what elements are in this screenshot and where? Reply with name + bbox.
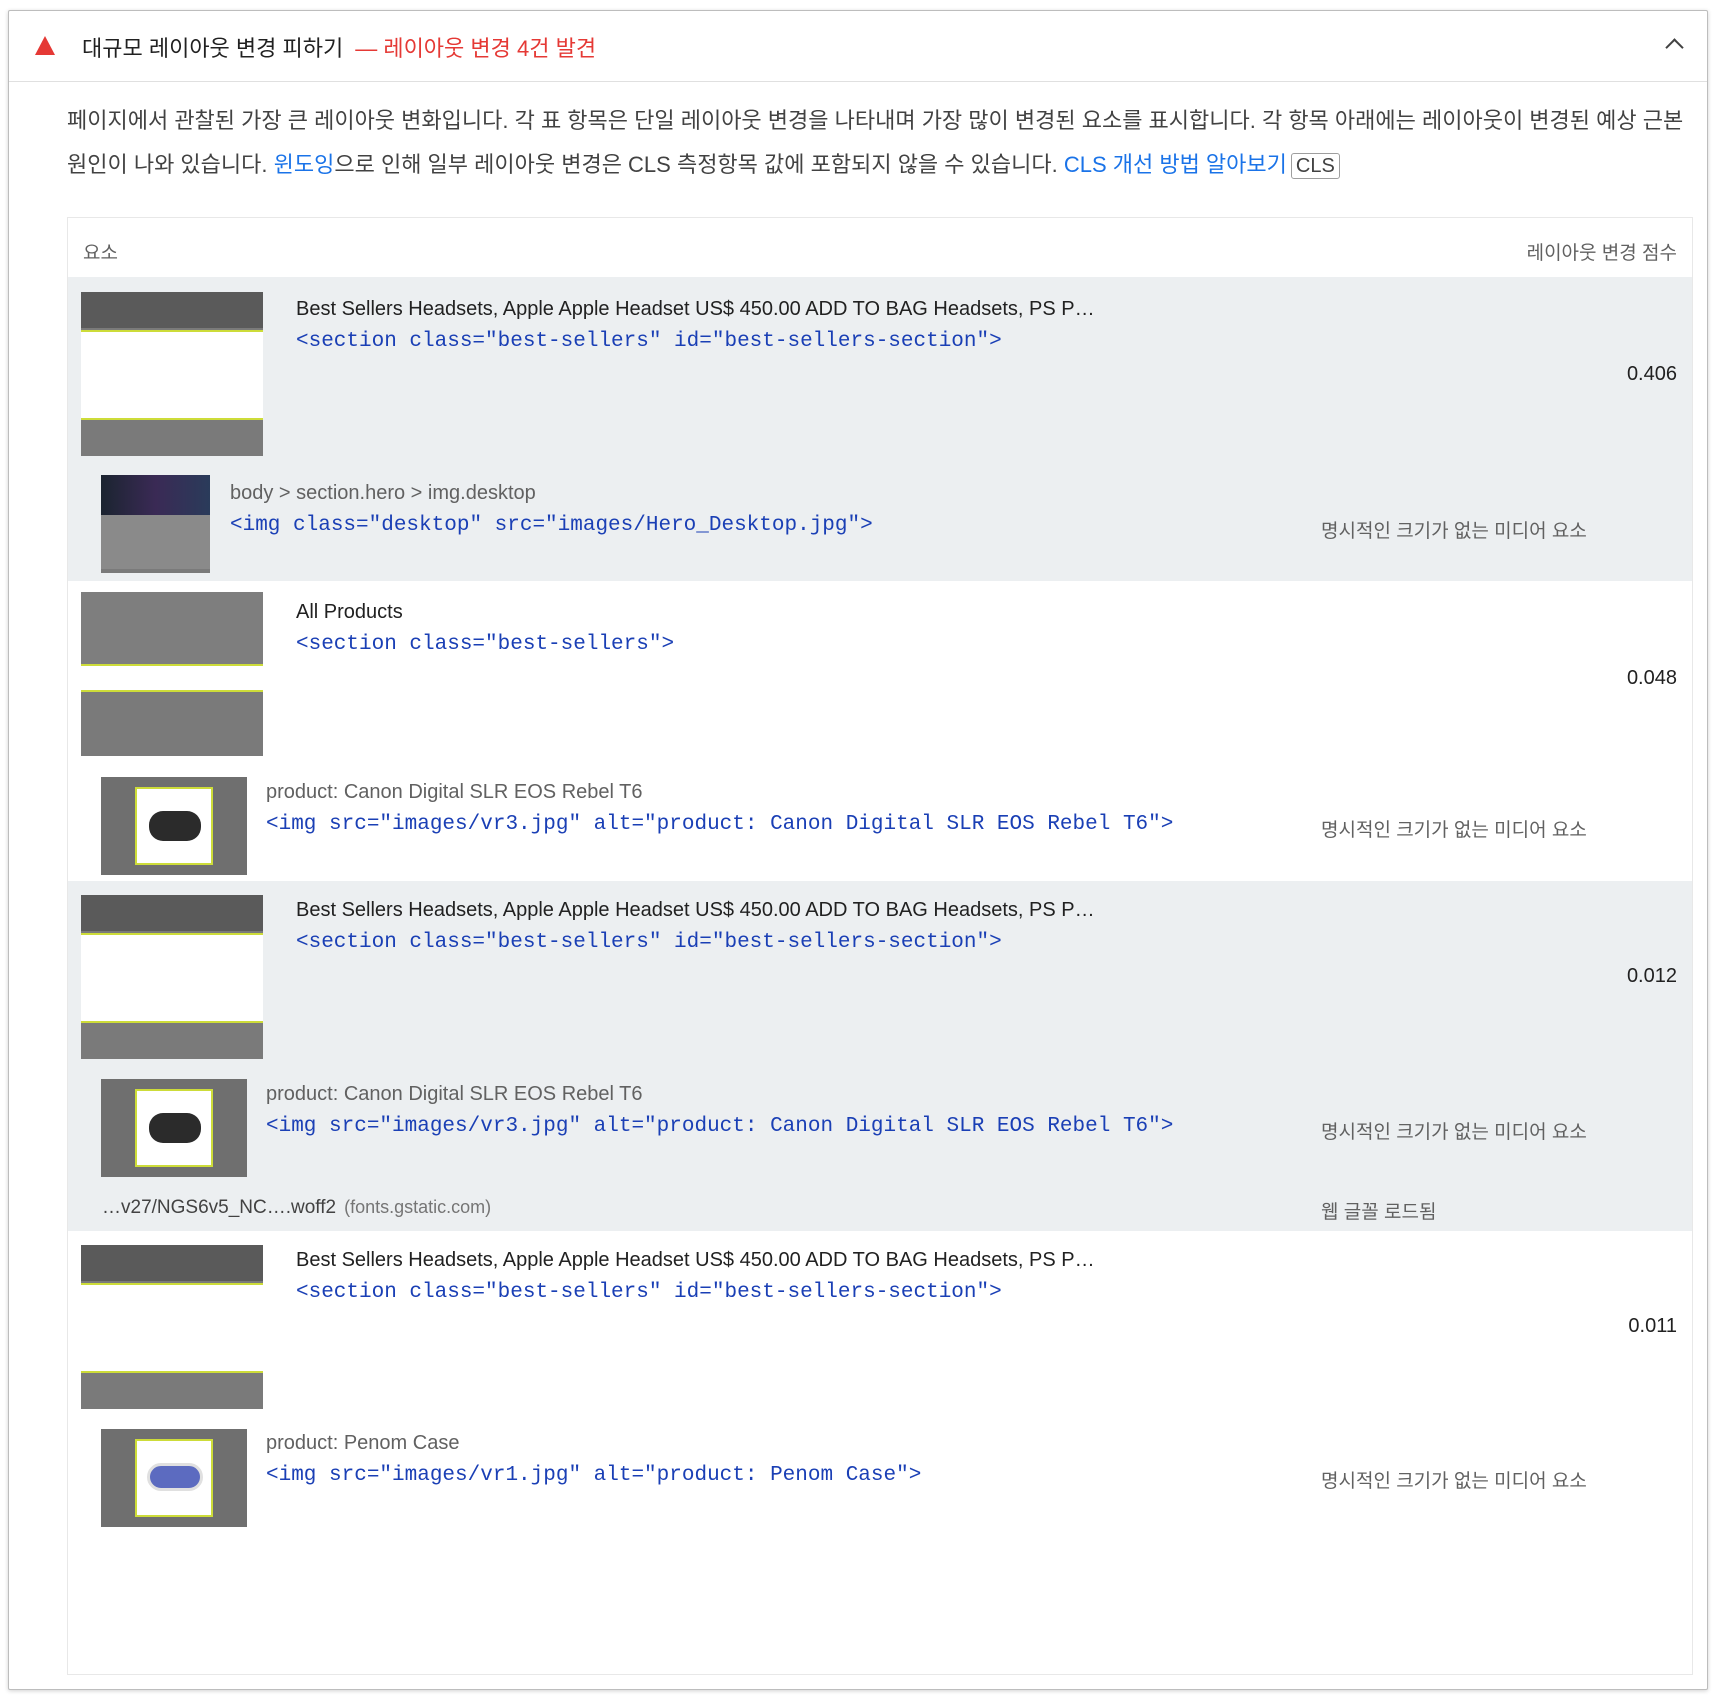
audit-title: 대규모 레이아웃 변경 피하기 — 레이아웃 변경 4건 발견	[82, 31, 596, 63]
row-node-label: Best Sellers Headsets, Apple Apple Heads…	[296, 1249, 1095, 1271]
cause-node-label: body > section.hero > img.desktop	[230, 482, 536, 504]
cause-reason: 명시적인 크기가 없는 미디어 요소	[1321, 1122, 1587, 1143]
web-font-source[interactable]: …v27/NGS6v5_NC….woff2 (fonts.gstatic.com)	[102, 1197, 491, 1219]
product-image-thumbnail	[101, 1079, 247, 1177]
product-image-thumbnail	[101, 777, 247, 875]
cause-node-label: product: Canon Digital SLR EOS Rebel T6	[266, 1083, 643, 1105]
row-node-snippet[interactable]: <section class="best-sellers" id="best-s…	[296, 931, 1002, 954]
cls-badge: CLS	[1290, 153, 1340, 179]
row-score: 0.011	[1628, 1315, 1677, 1337]
cause-reason: 명시적인 크기가 없는 미디어 요소	[1321, 820, 1587, 841]
column-header-score: 레이아웃 변경 점수	[1526, 243, 1677, 264]
row-node-snippet[interactable]: <section class="best-sellers" id="best-s…	[296, 1281, 1002, 1304]
row-node-label: Best Sellers Headsets, Apple Apple Heads…	[296, 899, 1095, 921]
cause-reason: 명시적인 크기가 없는 미디어 요소	[1321, 521, 1587, 542]
column-header-element: 요소	[83, 243, 118, 264]
description-text-2: 으로 인해 일부 레이아웃 변경은 CLS 측정항목 값에 포함되지 않을 수 …	[334, 152, 1064, 177]
vr-headset-icon	[149, 811, 201, 841]
audit-title-text: 대규모 레이아웃 변경 피하기	[82, 36, 344, 61]
windowing-link[interactable]: 윈도잉	[274, 152, 335, 177]
element-screenshot-thumbnail	[81, 1245, 263, 1409]
cause-node-snippet[interactable]: <img class="desktop" src="images/Hero_De…	[230, 514, 873, 537]
row-node-snippet[interactable]: <section class="best-sellers" id="best-s…	[296, 330, 1002, 353]
font-url-text: …v27/NGS6v5_NC….woff2	[102, 1197, 337, 1218]
row-node-label: All Products	[296, 601, 403, 623]
row-score: 0.012	[1626, 965, 1677, 987]
element-screenshot-thumbnail	[81, 592, 263, 756]
vr-headset-icon	[149, 1113, 201, 1143]
product-image-thumbnail	[101, 1429, 247, 1527]
audit-description: 페이지에서 관찰된 가장 큰 레이아웃 변화입니다. 각 표 항목은 단일 레이…	[67, 99, 1697, 187]
element-screenshot-thumbnail	[81, 895, 263, 1059]
cause-node-label: product: Canon Digital SLR EOS Rebel T6	[266, 781, 643, 803]
warning-triangle-icon	[35, 36, 55, 55]
table-row: Best Sellers Headsets, Apple Apple Heads…	[68, 1231, 1692, 1531]
hero-image-thumbnail	[101, 475, 210, 573]
cause-node-label: product: Penom Case	[266, 1432, 460, 1454]
cause-node-snippet[interactable]: <img src="images/vr3.jpg" alt="product: …	[266, 1115, 1173, 1138]
row-node-label: Best Sellers Headsets, Apple Apple Heads…	[296, 298, 1095, 320]
row-node-snippet[interactable]: <section class="best-sellers">	[296, 633, 674, 656]
font-reason: 웹 글꼴 로드됨	[1321, 1202, 1437, 1223]
learn-cls-link[interactable]: CLS 개선 방법 알아보기	[1064, 152, 1287, 177]
table-header: 요소 레이아웃 변경 점수	[68, 218, 1692, 282]
element-screenshot-thumbnail	[81, 292, 263, 456]
vr-headset-icon	[147, 1463, 203, 1491]
row-score: 0.048	[1626, 667, 1677, 689]
cause-reason: 명시적인 크기가 없는 미디어 요소	[1321, 1471, 1587, 1492]
row-score: 0.406	[1626, 363, 1677, 385]
audit-title-suffix: — 레이아웃 변경 4건 발견	[355, 36, 597, 61]
chevron-up-icon[interactable]	[1665, 38, 1684, 57]
cause-node-snippet[interactable]: <img src="images/vr1.jpg" alt="product: …	[266, 1464, 921, 1487]
table-row: All Products <section class="best-seller…	[68, 581, 1692, 881]
font-host-text: (fonts.gstatic.com)	[344, 1197, 492, 1217]
audit-panel: 대규모 레이아웃 변경 피하기 — 레이아웃 변경 4건 발견 페이지에서 관찰된…	[8, 10, 1708, 1690]
table-row: Best Sellers Headsets, Apple Apple Heads…	[68, 277, 1692, 581]
cause-node-snippet[interactable]: <img src="images/vr3.jpg" alt="product: …	[266, 813, 1173, 836]
layout-shift-table: 요소 레이아웃 변경 점수 Best Sellers Headsets, App…	[67, 217, 1693, 1675]
audit-header[interactable]: 대규모 레이아웃 변경 피하기 — 레이아웃 변경 4건 발견	[9, 11, 1707, 82]
table-row: Best Sellers Headsets, Apple Apple Heads…	[68, 881, 1692, 1231]
